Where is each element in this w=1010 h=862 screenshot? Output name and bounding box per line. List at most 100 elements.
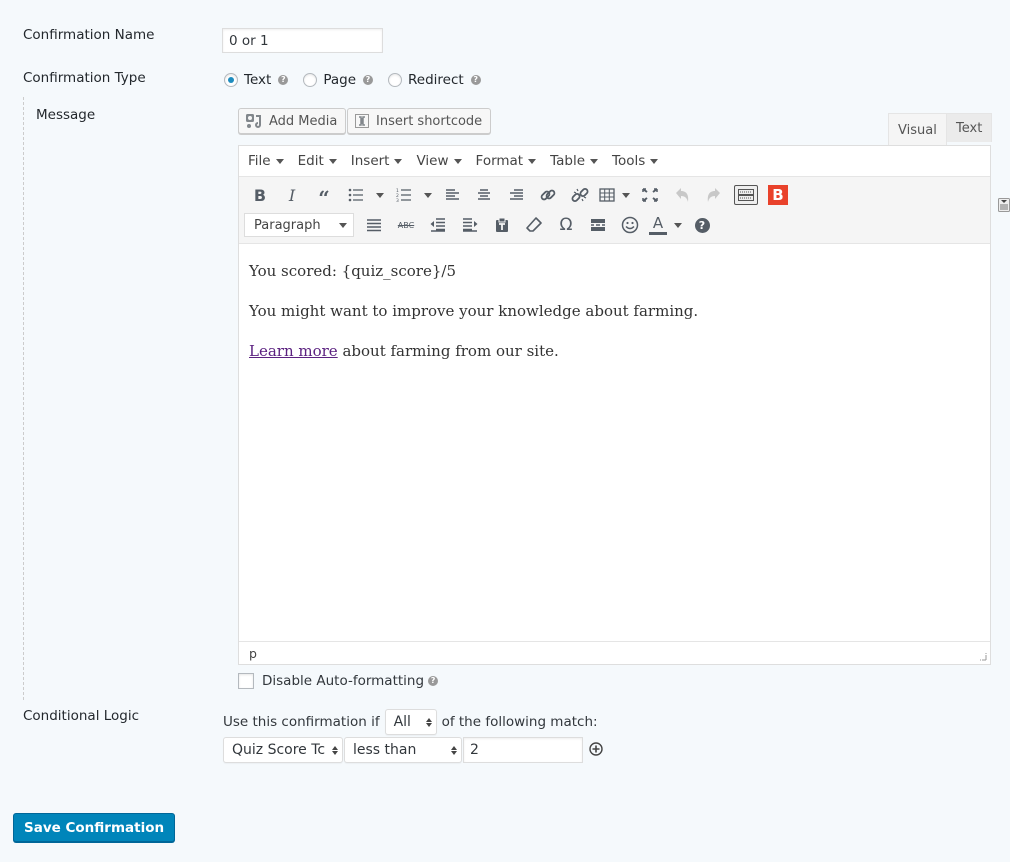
match-type-select[interactable]: All <box>384 709 437 735</box>
toolbar-toggle-icon[interactable] <box>730 181 762 209</box>
bullet-list-caret-icon[interactable] <box>372 181 388 209</box>
menu-table[interactable]: Table <box>550 153 599 169</box>
insert-shortcode-label: Insert shortcode <box>376 113 483 129</box>
blockquote-icon[interactable]: “ <box>308 178 340 212</box>
strikethrough-icon[interactable]: ABC <box>390 211 422 239</box>
redo-icon[interactable] <box>698 181 730 209</box>
help-icon[interactable]: ? <box>428 676 439 686</box>
conditional-logic-label: Conditional Logic <box>23 708 140 724</box>
bootstrap-icon[interactable]: B <box>762 181 794 209</box>
menu-tools[interactable]: Tools <box>612 153 659 169</box>
numbered-list-caret-icon[interactable] <box>420 181 436 209</box>
radio-page[interactable] <box>303 73 318 87</box>
add-media-label: Add Media <box>269 113 338 129</box>
link-icon[interactable] <box>532 181 564 209</box>
add-media-button[interactable]: Add Media <box>238 108 347 134</box>
radio-text-label: Text <box>244 72 272 88</box>
special-character-icon[interactable]: Ω <box>550 211 582 239</box>
tab-visual[interactable]: Visual <box>888 113 947 146</box>
menu-insert[interactable]: Insert <box>351 153 403 169</box>
content-line-1: You scored: {quiz_score}/5 <box>249 262 456 280</box>
menu-format[interactable]: Format <box>476 153 537 169</box>
menu-edit[interactable]: Edit <box>298 153 337 169</box>
justify-icon[interactable] <box>358 211 390 239</box>
caret-down-icon <box>394 158 403 164</box>
help-icon[interactable]: ? <box>278 75 289 85</box>
numbered-list-icon[interactable]: 123 <box>388 181 420 209</box>
indent-icon[interactable] <box>454 211 486 239</box>
outdent-icon[interactable] <box>422 211 454 239</box>
radio-text[interactable] <box>224 73 238 87</box>
rule-operator-select[interactable]: less than <box>344 737 462 763</box>
resize-handle-icon[interactable] <box>978 652 987 661</box>
caret-down-icon <box>328 158 337 164</box>
rule-value-input[interactable]: 2 <box>463 737 583 763</box>
element-path[interactable]: p <box>249 646 257 661</box>
fullscreen-icon[interactable] <box>634 181 666 209</box>
bullet-list-icon[interactable] <box>340 181 372 209</box>
menu-format-label: Format <box>475 153 524 169</box>
rule-field-value: Quiz Score Tc <box>232 742 326 758</box>
select-arrows-icon <box>425 717 432 727</box>
undo-icon[interactable] <box>666 181 698 209</box>
italic-icon[interactable]: I <box>276 181 308 209</box>
radio-option-page[interactable]: Page ? <box>303 72 373 88</box>
clear-formatting-icon[interactable] <box>518 211 550 239</box>
save-confirmation-button[interactable]: Save Confirmation <box>13 813 176 842</box>
confirmation-type-radio-group: Text ? Page ? Redirect ? <box>224 72 496 88</box>
tab-text[interactable]: Text <box>946 113 993 142</box>
side-toggle-icon[interactable] <box>998 198 1010 212</box>
confirmation-name-value: 0 or 1 <box>229 32 269 49</box>
menu-table-label: Table <box>550 153 586 169</box>
caret-down-icon <box>650 158 659 164</box>
menu-file[interactable]: File <box>248 153 284 169</box>
conditional-prefix: Use this confirmation if <box>223 714 380 730</box>
table-icon[interactable] <box>596 181 618 209</box>
format-select[interactable]: Paragraph <box>244 213 354 237</box>
svg-text:3: 3 <box>396 198 399 202</box>
bold-icon[interactable]: B <box>244 181 276 209</box>
table-caret-icon[interactable] <box>618 181 634 209</box>
help-icon[interactable]: ? <box>686 211 718 239</box>
radio-page-label: Page <box>323 72 356 88</box>
menu-edit-label: Edit <box>297 153 324 169</box>
rule-field-select[interactable]: Quiz Score Tc <box>223 737 343 763</box>
conditional-suffix: of the following match: <box>441 714 598 730</box>
toolbar-row-1: B I “ 123 B <box>244 178 794 212</box>
help-icon[interactable]: ? <box>363 75 373 85</box>
align-center-icon[interactable] <box>468 181 500 209</box>
menu-insert-label: Insert <box>350 153 390 169</box>
editor-toolbars: B I “ 123 B Paragraph ABC Ω A ? <box>239 177 990 244</box>
insert-shortcode-button[interactable]: Insert shortcode <box>347 108 492 134</box>
conditional-logic-sentence: Use this confirmation if All of the foll… <box>223 709 598 735</box>
read-more-icon[interactable] <box>582 211 614 239</box>
disable-autoformat-row: Disable Auto-formatting ? <box>238 673 439 689</box>
paste-text-icon[interactable] <box>486 211 518 239</box>
caret-down-icon <box>590 158 599 164</box>
unlink-icon[interactable] <box>564 181 596 209</box>
match-type-value: All <box>393 714 411 730</box>
text-color-caret-icon[interactable] <box>670 211 686 239</box>
radio-option-text[interactable]: Text ? <box>224 72 289 88</box>
learn-more-link[interactable]: Learn more <box>249 342 338 360</box>
disable-autoformat-label: Disable Auto-formatting <box>262 673 425 689</box>
disable-autoformat-checkbox[interactable] <box>238 673 254 689</box>
text-color-icon[interactable]: A <box>646 211 670 239</box>
radio-redirect[interactable] <box>388 73 402 87</box>
confirmation-name-label: Confirmation Name <box>23 27 155 43</box>
help-icon[interactable]: ? <box>470 75 481 85</box>
caret-down-icon <box>528 158 537 164</box>
align-left-icon[interactable] <box>436 181 468 209</box>
select-arrows-icon <box>451 745 457 755</box>
radio-option-redirect[interactable]: Redirect ? <box>388 72 481 88</box>
rule-value: 2 <box>470 742 479 758</box>
editor-content[interactable]: You scored: {quiz_score}/5 You might wan… <box>239 244 990 644</box>
add-rule-icon[interactable] <box>589 742 603 756</box>
menu-view[interactable]: View <box>416 153 462 169</box>
caret-down-icon <box>339 222 347 228</box>
confirmation-name-input[interactable]: 0 or 1 <box>222 28 383 53</box>
tab-visual-label: Visual <box>898 122 937 138</box>
align-right-icon[interactable] <box>500 181 532 209</box>
emoticon-icon[interactable] <box>614 211 646 239</box>
editor-menubar: File Edit Insert View Format Table Tools <box>239 146 990 177</box>
